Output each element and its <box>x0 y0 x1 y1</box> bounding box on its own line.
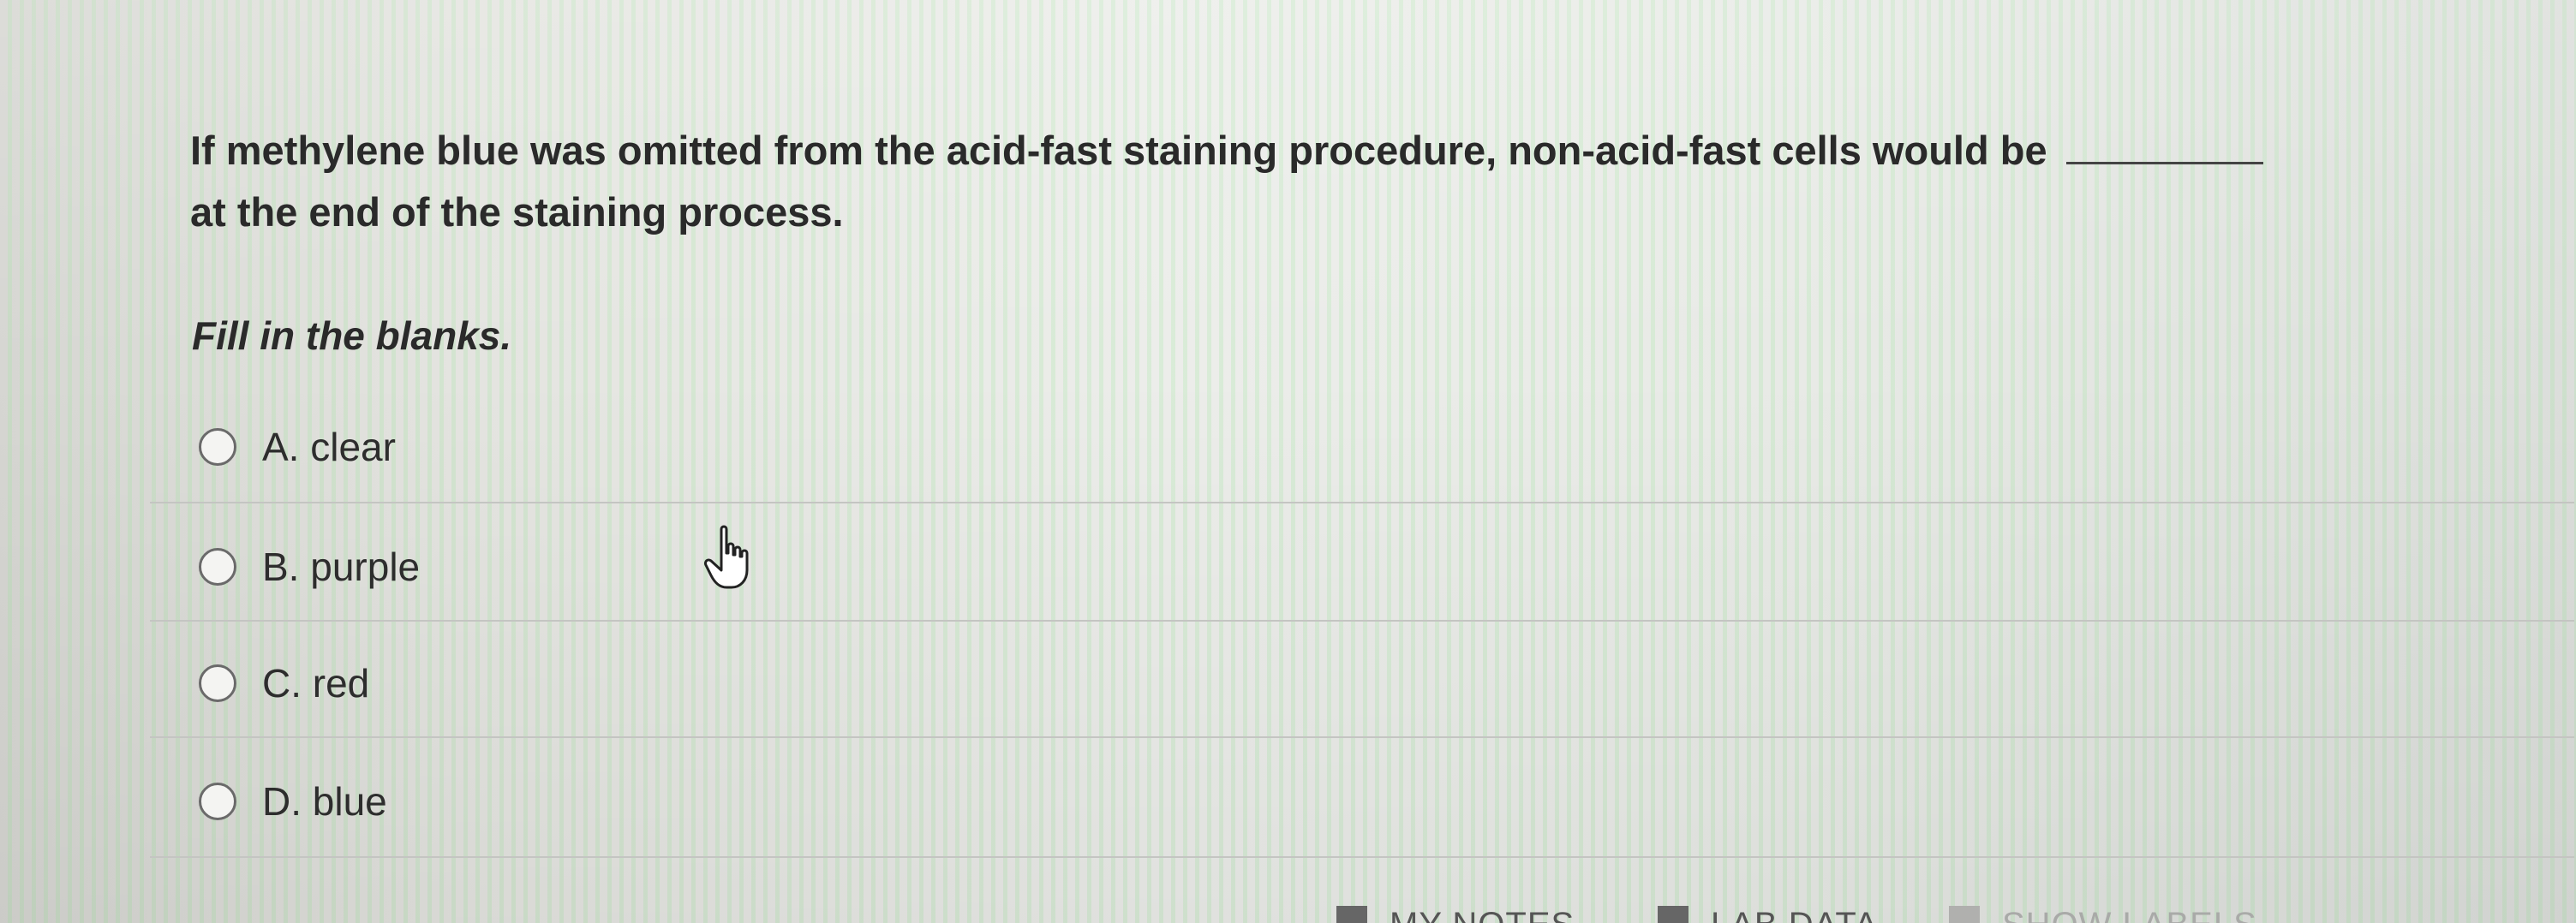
my-notes-button[interactable]: MY NOTES <box>1336 906 1575 923</box>
option-divider <box>150 856 2574 858</box>
lab-data-button[interactable]: LAB DATA <box>1658 906 1878 923</box>
option-d-label: D. blue <box>262 779 387 824</box>
pointer-hand-icon <box>704 525 749 589</box>
answer-blank <box>2065 153 2263 164</box>
instruction-text: Fill in the blanks. <box>192 313 512 358</box>
lab-data-icon <box>1658 906 1688 923</box>
option-d[interactable]: D. blue <box>199 776 387 827</box>
radio-button-icon[interactable] <box>199 664 236 702</box>
radio-button-icon[interactable] <box>199 548 236 586</box>
show-labels-button[interactable]: SHOW LABELS <box>1949 906 2257 923</box>
notes-icon <box>1336 906 1367 923</box>
option-c[interactable]: C. red <box>199 658 369 709</box>
show-labels-label: SHOW LABELS <box>2002 906 2257 923</box>
radio-button-icon[interactable] <box>199 428 236 466</box>
my-notes-label: MY NOTES <box>1390 906 1575 923</box>
option-a[interactable]: A. clear <box>199 421 396 473</box>
option-divider <box>150 502 2574 503</box>
labels-icon <box>1949 906 1980 923</box>
option-b[interactable]: B. purple <box>199 541 420 593</box>
lab-data-label: LAB DATA <box>1711 906 1878 923</box>
option-a-label: A. clear <box>262 425 396 469</box>
option-divider <box>150 620 2574 622</box>
question-text: If methylene blue was omitted from the a… <box>190 120 2555 243</box>
radio-button-icon[interactable] <box>199 783 236 820</box>
option-divider <box>150 736 2574 738</box>
question-main: If methylene blue was omitted from the a… <box>190 128 2047 173</box>
question-continuation: at the end of the staining process. <box>190 189 844 235</box>
bottom-toolbar: MY NOTES LAB DATA SHOW LABELS <box>0 899 2576 923</box>
option-c-label: C. red <box>262 661 370 706</box>
option-b-label: B. purple <box>262 545 421 589</box>
